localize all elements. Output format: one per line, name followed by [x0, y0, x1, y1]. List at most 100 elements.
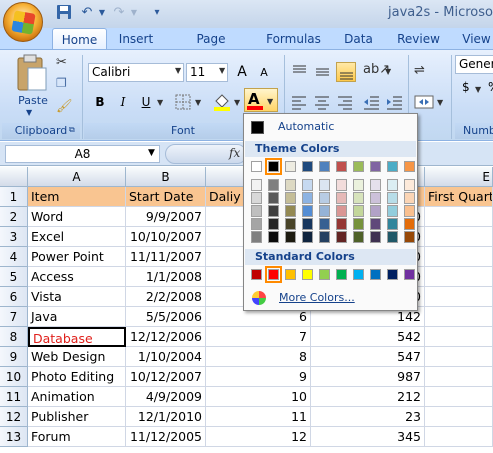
column-header-b[interactable]: B — [126, 167, 206, 187]
currency-button[interactable]: $ — [462, 80, 470, 94]
font-size-dropdown-icon[interactable]: ▼ — [219, 66, 225, 75]
number-format-combo[interactable]: Genera — [455, 55, 493, 74]
underline-button[interactable]: U — [136, 92, 156, 112]
table-cell[interactable]: 212 — [311, 387, 425, 407]
table-cell[interactable]: Animation — [28, 387, 126, 407]
theme-color-swatch[interactable] — [302, 161, 313, 172]
orientation-dropdown-icon[interactable]: ▼ — [385, 67, 391, 76]
theme-shade-swatch[interactable] — [387, 205, 398, 217]
table-cell[interactable]: Vista — [28, 287, 126, 307]
theme-shade-swatch[interactable] — [353, 192, 364, 204]
align-center-icon[interactable] — [313, 93, 332, 112]
table-cell[interactable] — [425, 387, 493, 407]
table-cell[interactable]: 8 — [206, 347, 311, 367]
table-cell[interactable] — [425, 267, 493, 287]
insert-function-button[interactable]: fx — [229, 146, 240, 160]
copy-icon[interactable]: ❐ — [56, 76, 67, 90]
table-cell[interactable] — [425, 287, 493, 307]
tab-review[interactable]: Review — [396, 28, 441, 50]
theme-shade-swatch[interactable] — [353, 231, 364, 243]
align-right-icon[interactable] — [336, 93, 355, 112]
table-cell[interactable]: 10 — [206, 387, 311, 407]
table-cell[interactable]: 1/1/2008 — [126, 267, 206, 287]
theme-shade-swatch[interactable] — [404, 179, 415, 191]
theme-color-swatch[interactable] — [336, 161, 347, 172]
save-icon[interactable] — [55, 4, 73, 22]
theme-shade-swatch[interactable] — [404, 218, 415, 230]
table-cell[interactable]: 11/11/2007 — [126, 247, 206, 267]
name-box[interactable]: A8 — [5, 145, 160, 163]
table-cell[interactable] — [425, 407, 493, 427]
header-cell[interactable]: First Quart — [425, 187, 493, 207]
row-header[interactable]: 9 — [0, 347, 28, 367]
theme-shade-swatch[interactable] — [285, 179, 296, 191]
align-middle-icon[interactable] — [313, 62, 332, 81]
borders-icon[interactable] — [174, 93, 192, 111]
table-cell[interactable]: 12/1/2010 — [126, 407, 206, 427]
borders-dropdown-icon[interactable]: ▼ — [195, 98, 201, 107]
paste-button[interactable]: Paste — [15, 94, 51, 107]
tab-insert[interactable]: Insert — [116, 28, 156, 50]
theme-shade-swatch[interactable] — [285, 231, 296, 243]
theme-shade-swatch[interactable] — [302, 192, 313, 204]
table-cell[interactable]: 9 — [206, 367, 311, 387]
table-cell[interactable]: Access — [28, 267, 126, 287]
theme-color-swatch[interactable] — [251, 161, 262, 172]
table-cell[interactable]: 4/9/2009 — [126, 387, 206, 407]
table-cell[interactable]: Web Design — [28, 347, 126, 367]
theme-shade-swatch[interactable] — [285, 218, 296, 230]
undo-dropdown-icon[interactable]: ▼ — [93, 4, 111, 22]
theme-shade-swatch[interactable] — [302, 179, 313, 191]
theme-shade-swatch[interactable] — [268, 179, 279, 191]
office-button[interactable] — [3, 2, 43, 42]
standard-color-swatch[interactable] — [404, 269, 415, 280]
format-painter-icon[interactable]: 🖌 — [56, 99, 73, 114]
italic-button[interactable]: I — [113, 92, 133, 112]
table-cell[interactable]: Photo Editing — [28, 367, 126, 387]
font-name-dropdown-icon[interactable]: ▼ — [175, 66, 181, 75]
column-header-e[interactable]: E — [425, 167, 493, 187]
table-cell[interactable]: 987 — [311, 367, 425, 387]
theme-shade-swatch[interactable] — [353, 205, 364, 217]
theme-shade-swatch[interactable] — [353, 179, 364, 191]
table-cell[interactable] — [425, 307, 493, 327]
table-cell[interactable]: Power Point — [28, 247, 126, 267]
row-header[interactable]: 11 — [0, 387, 28, 407]
table-cell[interactable]: Excel — [28, 227, 126, 247]
row-header[interactable]: 10 — [0, 367, 28, 387]
fill-color-icon[interactable] — [212, 91, 232, 111]
table-cell[interactable]: 7 — [206, 327, 311, 347]
theme-shade-swatch[interactable] — [404, 192, 415, 204]
theme-shade-swatch[interactable] — [268, 231, 279, 243]
standard-color-swatch[interactable] — [319, 269, 330, 280]
row-header[interactable]: 13 — [0, 427, 28, 447]
theme-shade-swatch[interactable] — [251, 179, 262, 191]
table-cell[interactable]: 23 — [311, 407, 425, 427]
column-header-a[interactable]: A — [28, 167, 126, 187]
table-cell[interactable]: 547 — [311, 347, 425, 367]
standard-color-swatch[interactable] — [370, 269, 381, 280]
automatic-swatch[interactable] — [251, 121, 264, 134]
theme-color-swatch[interactable] — [265, 158, 282, 175]
theme-shade-swatch[interactable] — [336, 179, 347, 191]
tab-home[interactable]: Home — [52, 28, 107, 50]
more-colors-option[interactable]: More Colors... — [279, 291, 355, 304]
theme-shade-swatch[interactable] — [370, 231, 381, 243]
merge-center-icon[interactable] — [414, 93, 434, 111]
theme-shade-swatch[interactable] — [336, 218, 347, 230]
theme-shade-swatch[interactable] — [268, 192, 279, 204]
align-top-icon[interactable] — [290, 62, 309, 81]
decrease-indent-icon[interactable] — [362, 93, 381, 112]
standard-color-swatch[interactable] — [353, 269, 364, 280]
theme-shade-swatch[interactable] — [319, 179, 330, 191]
theme-shade-swatch[interactable] — [404, 205, 415, 217]
table-cell[interactable] — [425, 347, 493, 367]
theme-shade-swatch[interactable] — [319, 218, 330, 230]
theme-shade-swatch[interactable] — [251, 218, 262, 230]
theme-color-swatch[interactable] — [285, 161, 296, 172]
tab-formulas[interactable]: Formulas — [266, 28, 321, 50]
name-box-dropdown-icon[interactable]: ▼ — [148, 148, 155, 158]
theme-shade-swatch[interactable] — [370, 192, 381, 204]
theme-shade-swatch[interactable] — [404, 231, 415, 243]
theme-shade-swatch[interactable] — [387, 231, 398, 243]
